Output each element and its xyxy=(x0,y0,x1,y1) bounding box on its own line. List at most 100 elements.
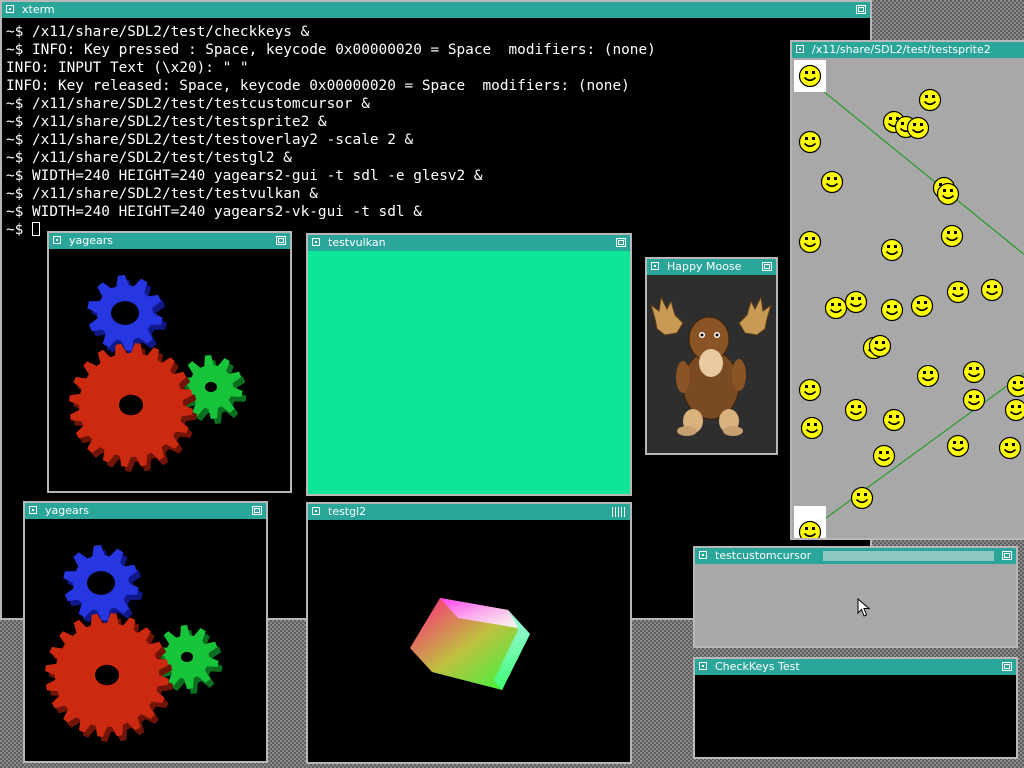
window-menu-icon[interactable] xyxy=(6,5,14,13)
moose-canvas xyxy=(647,275,776,453)
maximize-icon[interactable] xyxy=(762,262,772,271)
terminal-prompt: ~$ xyxy=(6,222,32,238)
terminal-line: ~$ /x11/share/SDL2/test/testsprite2 & xyxy=(6,114,327,130)
terminal-line: INFO: Key released: Space, keycode 0x000… xyxy=(6,78,630,94)
smiley-sprite-icon xyxy=(946,434,970,458)
smiley-sprite-icon xyxy=(798,378,822,402)
terminal-line: ~$ /x11/share/SDL2/test/testcustomcursor… xyxy=(6,96,370,112)
yagears-top-window[interactable]: yagears xyxy=(47,231,292,493)
yagears-bottom-window[interactable]: yagears xyxy=(23,501,268,763)
maximize-icon[interactable] xyxy=(616,238,626,247)
window-title: testcustomcursor xyxy=(715,549,812,562)
smiley-sprite-icon xyxy=(798,230,822,254)
gears-graphic xyxy=(45,545,223,742)
maximize-icon[interactable] xyxy=(856,5,866,14)
checkkeys-canvas[interactable] xyxy=(695,675,1016,757)
smiley-sprite-icon xyxy=(918,88,942,112)
maximize-icon[interactable] xyxy=(1002,551,1012,560)
maximize-icon[interactable] xyxy=(252,506,262,515)
checkkeys-titlebar[interactable]: CheckKeys Test xyxy=(695,659,1016,675)
cursor-canvas[interactable] xyxy=(695,564,1016,646)
smiley-sprite-icon xyxy=(800,416,824,440)
window-title: yagears xyxy=(45,504,89,517)
window-menu-icon[interactable] xyxy=(699,551,707,559)
red-gear xyxy=(69,343,197,472)
blue-gear xyxy=(63,545,143,626)
smiley-sprite-icon xyxy=(880,238,904,262)
vulkan-canvas xyxy=(308,251,630,494)
window-title: CheckKeys Test xyxy=(715,660,800,673)
window-menu-icon[interactable] xyxy=(651,262,659,270)
xterm-titlebar[interactable]: xterm xyxy=(2,2,870,18)
window-menu-icon[interactable] xyxy=(312,507,320,515)
terminal-line: INFO: INPUT Text (\x20): " " xyxy=(6,60,249,76)
testsprite2-titlebar[interactable]: /x11/share/SDL2/test/testsprite2 xyxy=(792,42,1024,58)
smiley-sprite-icon xyxy=(962,388,986,412)
text-cursor xyxy=(32,222,40,236)
smiley-sprite-icon xyxy=(916,364,940,388)
maximize-icon[interactable] xyxy=(276,236,286,245)
window-menu-icon[interactable] xyxy=(699,662,707,670)
testvulkan-window[interactable]: testvulkan xyxy=(306,233,632,496)
resize-grip-icon[interactable] xyxy=(612,507,626,517)
smiley-sprite-icon xyxy=(980,278,1004,302)
smiley-sprite-icon xyxy=(940,224,964,248)
testcustomcursor-window[interactable]: testcustomcursor xyxy=(693,546,1018,648)
smiley-sprite-icon xyxy=(946,280,970,304)
window-menu-icon[interactable] xyxy=(796,45,804,53)
window-title: testgl2 xyxy=(328,505,367,518)
smiley-sprite-icon xyxy=(906,116,930,140)
smiley-sprite-icon xyxy=(868,334,892,358)
smiley-sprite-icon xyxy=(880,298,904,322)
terminal-line: ~$ /x11/share/SDL2/test/testgl2 & xyxy=(6,150,292,166)
smiley-sprite-icon xyxy=(1004,398,1024,422)
window-title: yagears xyxy=(69,234,113,247)
color-cube xyxy=(410,598,530,690)
terminal-output: ~$ /x11/share/SDL2/test/checkkeys & ~$ IN… xyxy=(2,18,870,239)
terminal-line: ~$ WIDTH=240 HEIGHT=240 yagears2-gui -t … xyxy=(6,168,483,184)
yagears-titlebar[interactable]: yagears xyxy=(25,503,266,519)
testcustomcursor-titlebar[interactable]: testcustomcursor xyxy=(695,548,1016,564)
window-title: xterm xyxy=(22,3,55,16)
smiley-sprite-icon xyxy=(882,408,906,432)
window-menu-icon[interactable] xyxy=(29,506,37,514)
yagears-titlebar[interactable]: yagears xyxy=(49,233,290,249)
testgl2-titlebar[interactable]: testgl2 xyxy=(308,504,630,520)
smiley-sprite-icon xyxy=(910,294,934,318)
gl-canvas xyxy=(308,520,630,762)
smiley-sprite-icon xyxy=(844,398,868,422)
terminal-line: ~$ /x11/share/SDL2/test/testoverlay2 -sc… xyxy=(6,132,414,148)
gears-canvas xyxy=(49,249,290,491)
window-title: /x11/share/SDL2/test/testsprite2 xyxy=(812,43,991,56)
titlebar-highlight xyxy=(823,551,994,561)
moose-icon xyxy=(650,295,772,436)
blue-gear xyxy=(87,275,167,356)
red-gear xyxy=(45,613,173,742)
smiley-sprite-icon xyxy=(820,170,844,194)
smiley-sprite-icon xyxy=(850,486,874,510)
smiley-sprite-icon xyxy=(962,360,986,384)
terminal-line: ~$ INFO: Key pressed : Space, keycode 0x… xyxy=(6,42,656,58)
checkkeys-window[interactable]: CheckKeys Test xyxy=(693,657,1018,759)
smiley-sprite-icon xyxy=(1006,374,1024,398)
gears-graphic xyxy=(69,275,247,472)
window-menu-icon[interactable] xyxy=(53,236,61,244)
terminal-line: ~$ /x11/share/SDL2/test/testvulkan & xyxy=(6,186,318,202)
mouse-pointer-icon xyxy=(857,598,871,617)
happy-moose-window[interactable]: Happy Moose xyxy=(645,257,778,455)
smiley-sprite-icon xyxy=(844,290,868,314)
testvulkan-titlebar[interactable]: testvulkan xyxy=(308,235,630,251)
terminal-line: ~$ /x11/share/SDL2/test/checkkeys & xyxy=(6,24,310,40)
terminal-line: ~$ WIDTH=240 HEIGHT=240 yagears2-vk-gui … xyxy=(6,204,422,220)
happy-moose-titlebar[interactable]: Happy Moose xyxy=(647,259,776,275)
smiley-sprite-icon xyxy=(798,64,822,88)
smiley-sprite-icon xyxy=(998,436,1022,460)
smiley-sprite-icon xyxy=(872,444,896,468)
smiley-sprite-icon xyxy=(798,130,822,154)
smiley-sprite-icon xyxy=(798,520,822,538)
maximize-icon[interactable] xyxy=(1002,662,1012,671)
testsprite2-window[interactable]: /x11/share/SDL2/test/testsprite2 xyxy=(790,40,1024,540)
testgl2-window[interactable]: testgl2 xyxy=(306,502,632,764)
window-title: testvulkan xyxy=(328,236,386,249)
window-menu-icon[interactable] xyxy=(312,238,320,246)
